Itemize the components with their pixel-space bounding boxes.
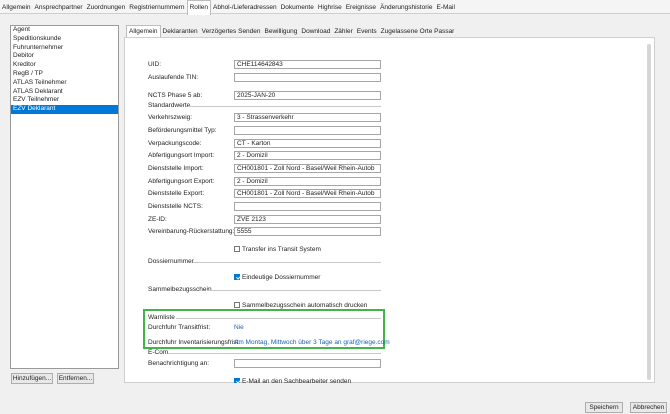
list-item[interactable]: ATLAS Deklarant — [11, 88, 118, 97]
ncts-field[interactable]: 2025-JAN-20 — [234, 91, 381, 100]
transitfrist-link[interactable]: Nie — [234, 324, 244, 331]
ncts-label: NCTS Phase 5 ab: — [148, 92, 203, 99]
abfertigungsort-export-field[interactable]: 2 - Domizil — [234, 177, 381, 186]
verkehrszweig-field[interactable]: 3 - Strassenverkehr — [234, 113, 381, 122]
role-sub-tabs: Allgemein Deklaranten Verzögertes Senden Be… — [126, 25, 456, 38]
sammel-drucken-checkbox-label: Sammelbezugsschein automatisch drucken — [242, 302, 368, 309]
befoerderungsmittel-field[interactable] — [234, 126, 381, 135]
verkehrszweig-label: Verkehrszweig: — [148, 114, 193, 121]
section-divider — [207, 290, 381, 291]
top-tab-bar: Allgemein Ansprechpartner Zuordnungen Regis… — [0, 0, 670, 15]
sammelbezugsschein-heading: Sammelbezugsschein — [148, 286, 212, 293]
tab-highrise[interactable]: Highrise — [316, 1, 344, 15]
ze-id-field[interactable]: ZVE 2123 — [234, 215, 381, 224]
section-divider — [168, 353, 381, 354]
list-item-selected[interactable]: EZV Deklarant — [11, 105, 118, 114]
inventarisierungsfrist-label: Durchfuhr Inventarisierungsfrist: — [148, 339, 241, 346]
vereinbarung-field[interactable]: 5555 — [234, 227, 381, 236]
section-divider — [176, 318, 381, 319]
roles-list: Agent Speditionskunde Fuhrunternehmer De… — [10, 25, 119, 369]
section-divider — [188, 106, 381, 107]
dienststelle-export-field[interactable]: CH001801 - Zoll Nord - Basel/Weil Rhein-… — [234, 189, 381, 198]
tab-abhol-lieferadressen[interactable]: Abhol-/Lieferadressen — [211, 1, 279, 15]
vereinbarung-label: Vereinbarung-Rückerstattung: — [148, 228, 235, 235]
add-role-button[interactable]: Hinzufügen... — [11, 373, 53, 384]
benachrichtigung-field[interactable] — [234, 359, 381, 368]
list-item[interactable]: Debitor — [11, 52, 118, 61]
list-item[interactable]: Fuhrunternehmer — [11, 44, 118, 53]
uid-field[interactable]: CHE114642843 — [234, 60, 381, 69]
warnliste-heading: Warnliste — [148, 314, 175, 321]
list-item[interactable]: Agent — [11, 26, 118, 35]
dossiernummer-heading: Dossiernummer — [148, 258, 194, 265]
tab-aenderungshistorie[interactable]: Änderungshistorie — [378, 1, 434, 15]
scrollbar-thumb[interactable] — [647, 44, 651, 380]
dienststelle-import-label: Dienststelle Import: — [148, 165, 204, 172]
standardwerte-heading: Standardwerte — [148, 102, 191, 109]
uid-label: UID: — [148, 61, 161, 68]
inventarisierungsfrist-link[interactable]: Am Montag, Mittwoch über 3 Tage an graf@… — [234, 339, 390, 346]
eindeutige-checkbox[interactable] — [234, 274, 240, 280]
sammel-drucken-checkbox[interactable] — [234, 302, 240, 308]
list-item[interactable]: Speditionskunde — [11, 35, 118, 44]
cancel-button[interactable]: Abbrechen — [630, 402, 667, 413]
ze-id-label: ZE-ID: — [148, 216, 167, 223]
tab-zuordnungen[interactable]: Zuordnungen — [85, 1, 128, 15]
list-item[interactable]: EZV Teilnehmer — [11, 96, 118, 105]
befoerderungsmittel-label: Beförderungsmittel Typ: — [148, 127, 217, 134]
benachrichtigung-label: Benachrichtigung an: — [148, 360, 210, 367]
remove-role-button[interactable]: Entfernen... — [57, 373, 94, 384]
tab-registriernummern[interactable]: Registriernummern — [127, 1, 186, 15]
transfer-checkbox[interactable] — [234, 246, 240, 252]
dienststelle-import-field[interactable]: CH001801 - Zoll Nord - Basel/Weil Rhein-… — [234, 164, 381, 173]
tab-ansprechpartner[interactable]: Ansprechpartner — [33, 1, 85, 15]
list-item[interactable]: ATLAS Teilnehmer — [11, 79, 118, 88]
abfertigungsort-import-field[interactable]: 2 - Domizil — [234, 151, 381, 160]
transitfrist-label: Durchfuhr Transitfrist: — [148, 324, 211, 331]
dienststelle-export-label: Dienststelle Export: — [148, 190, 204, 197]
save-button[interactable]: Speichern — [585, 402, 623, 413]
tab-allgemein[interactable]: Allgemein — [0, 1, 33, 15]
email-heading: E-Com — [148, 349, 169, 356]
verpackungscode-label: Verpackungscode: — [148, 140, 202, 147]
tab-email[interactable]: E-Mail — [434, 1, 456, 15]
section-divider — [193, 262, 381, 263]
abfertigungsort-export-label: Abfertigungsort Export: — [148, 178, 215, 185]
list-item[interactable]: RegB / TP — [11, 70, 118, 79]
tab-rollen[interactable]: Rollen — [186, 0, 211, 15]
abfertigungsort-import-label: Abfertigungsort Import: — [148, 152, 215, 159]
tab-ereignisse[interactable]: Ereignisse — [344, 1, 378, 15]
transfer-checkbox-label: Transfer ins Transit System — [242, 246, 321, 253]
eindeutige-checkbox-label: Eindeutige Dossiernummer — [242, 274, 321, 281]
verpackungscode-field[interactable]: CT - Karton — [234, 139, 381, 148]
dienststelle-ncts-label: Dienststelle NCTS: — [148, 203, 203, 210]
auslaufende-tin-field[interactable] — [234, 73, 381, 82]
list-item[interactable]: Kreditor — [11, 61, 118, 70]
vertical-scrollbar[interactable] — [646, 44, 652, 382]
dienststelle-ncts-field[interactable] — [234, 202, 381, 211]
tab-dokumente[interactable]: Dokumente — [279, 1, 316, 15]
auslaufende-tin-label: Auslaufende TIN: — [148, 74, 199, 81]
